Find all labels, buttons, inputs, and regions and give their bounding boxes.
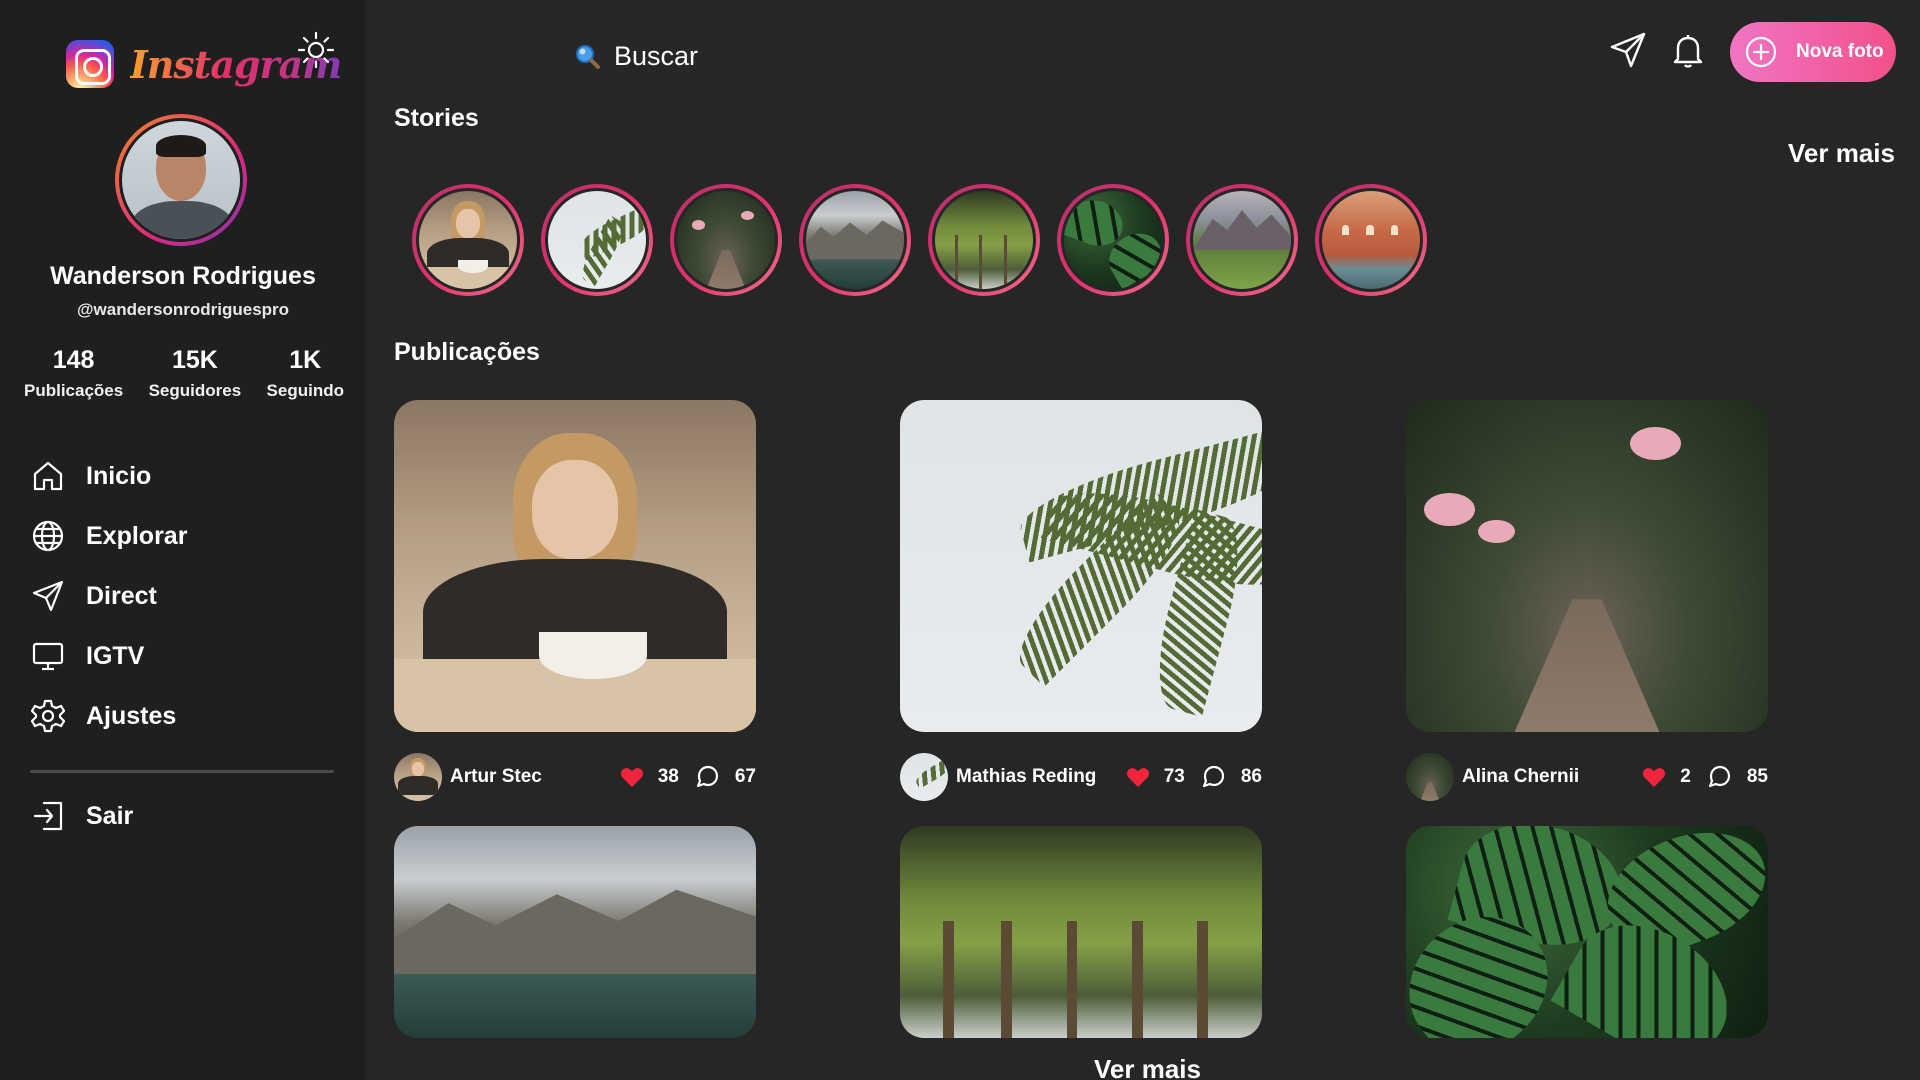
post-author[interactable]: Alina Chernii: [1462, 766, 1626, 788]
nav-label: Explorar: [86, 521, 188, 550]
post-comments[interactable]: 85: [1707, 764, 1768, 790]
sidebar-nav: Inicio Explorar Direct IGTV Ajustes: [30, 446, 187, 746]
stat-value: 1K: [289, 346, 322, 374]
logout-icon: [33, 801, 63, 831]
heart-icon: [1643, 768, 1666, 787]
post-likes[interactable]: 73: [1126, 766, 1185, 788]
post-image[interactable]: [900, 826, 1262, 1038]
bell-icon[interactable]: [1668, 30, 1708, 70]
post-comments-count: 85: [1746, 766, 1768, 787]
stat-following: 1K Seguindo: [267, 346, 344, 401]
sidebar: Instagram Wanderson Rodrigues @wanderson…: [0, 0, 366, 1080]
comment-icon: [1708, 765, 1730, 788]
story-item[interactable]: [928, 184, 1040, 296]
comment-icon: [1202, 765, 1224, 788]
profile-name: Wanderson Rodrigues: [50, 262, 316, 290]
stat-label: Publicações: [24, 381, 124, 400]
stat-label: Seguindo: [266, 381, 344, 400]
post-card: [900, 826, 1262, 1038]
post-comments[interactable]: 67: [695, 764, 756, 790]
post-author-avatar[interactable]: [394, 753, 442, 801]
story-item[interactable]: [1057, 184, 1169, 296]
sun-icon[interactable]: [296, 30, 336, 70]
post-meta: Artur Stec 38 67: [394, 752, 756, 802]
profile-handle: @wandersonrodriguespro: [76, 300, 290, 319]
nav-item-explorar[interactable]: Explorar: [30, 506, 187, 566]
globe-icon: [32, 520, 64, 552]
post-likes-count: 73: [1163, 766, 1185, 787]
stat-value: 15K: [171, 346, 218, 374]
stat-followers: 15K Seguidores: [149, 346, 242, 401]
post-likes[interactable]: 38: [620, 766, 679, 788]
stat-label: Seguidores: [148, 381, 242, 400]
stories-title: Stories: [394, 104, 479, 132]
story-item[interactable]: [670, 184, 782, 296]
story-item[interactable]: [799, 184, 911, 296]
posts-title: Publicações: [394, 338, 540, 366]
instagram-logo-icon: [66, 40, 114, 88]
stories-see-more-link[interactable]: Ver mais: [1788, 138, 1895, 169]
posts-see-more-link[interactable]: Ver mais: [1094, 1054, 1201, 1080]
new-photo-button[interactable]: Nova foto: [1730, 22, 1896, 82]
search-bar[interactable]: [520, 28, 1455, 84]
nav-label: Ajustes: [86, 701, 177, 730]
nav-label: IGTV: [86, 641, 145, 670]
post-author[interactable]: Artur Stec: [450, 766, 604, 788]
sidebar-divider: [30, 770, 334, 773]
post-image[interactable]: [1406, 400, 1768, 732]
stat-posts: 148 Publicações: [24, 346, 123, 401]
send-icon: [32, 580, 64, 612]
heart-icon: [1126, 768, 1149, 787]
post-comments-count: 86: [1240, 766, 1262, 787]
post-likes-count: 2: [1680, 766, 1691, 787]
stat-value: 148: [52, 346, 95, 374]
gear-icon: [30, 699, 66, 733]
plus-circle-icon: [1745, 36, 1777, 68]
comment-icon: [696, 765, 718, 788]
logout-label: Sair: [86, 801, 134, 830]
post-meta: Alina Chernii 2 85: [1406, 752, 1768, 802]
nav-item-inicio[interactable]: Inicio: [30, 446, 187, 506]
nav-item-igtv[interactable]: IGTV: [30, 626, 187, 686]
post-card: Alina Chernii 2 85: [1406, 400, 1768, 801]
post-card: Artur Stec 38 67: [394, 400, 756, 801]
post-image[interactable]: [1406, 826, 1768, 1038]
monitor-icon: [32, 642, 64, 671]
post-author-avatar[interactable]: [900, 753, 948, 801]
profile-stats: 148 Publicações 15K Seguidores 1K Seguin…: [24, 346, 344, 401]
post-image[interactable]: [394, 826, 756, 1038]
post-card: [1406, 826, 1768, 1038]
heart-icon: [620, 768, 643, 787]
nav-label: Direct: [86, 581, 157, 610]
home-icon: [33, 461, 63, 491]
post-card: [394, 826, 756, 1038]
post-likes[interactable]: 2: [1642, 766, 1691, 788]
post-image[interactable]: [394, 400, 756, 732]
logout-button[interactable]: Sair: [30, 786, 133, 846]
post-author[interactable]: Mathias Reding: [956, 766, 1110, 788]
story-item[interactable]: [412, 184, 524, 296]
post-meta: Mathias Reding 73 86: [900, 752, 1262, 802]
story-item[interactable]: [1315, 184, 1427, 296]
story-item[interactable]: [1186, 184, 1298, 296]
send-icon[interactable]: [1608, 30, 1648, 70]
story-item[interactable]: [541, 184, 653, 296]
search-input[interactable]: [614, 40, 1314, 72]
post-likes-count: 38: [657, 766, 679, 787]
post-comments-count: 67: [734, 766, 756, 787]
stories-row: [412, 184, 1444, 296]
nav-item-direct[interactable]: Direct: [30, 566, 187, 626]
search-icon: [576, 45, 600, 69]
post-comments[interactable]: 86: [1201, 764, 1262, 790]
post-author-avatar[interactable]: [1406, 753, 1454, 801]
nav-item-ajustes[interactable]: Ajustes: [30, 686, 187, 746]
post-card: Mathias Reding 73 86: [900, 400, 1262, 801]
nav-label: Inicio: [86, 461, 152, 490]
post-image[interactable]: [900, 400, 1262, 732]
new-photo-label: Nova foto: [1796, 41, 1884, 62]
profile-avatar[interactable]: [115, 114, 247, 246]
